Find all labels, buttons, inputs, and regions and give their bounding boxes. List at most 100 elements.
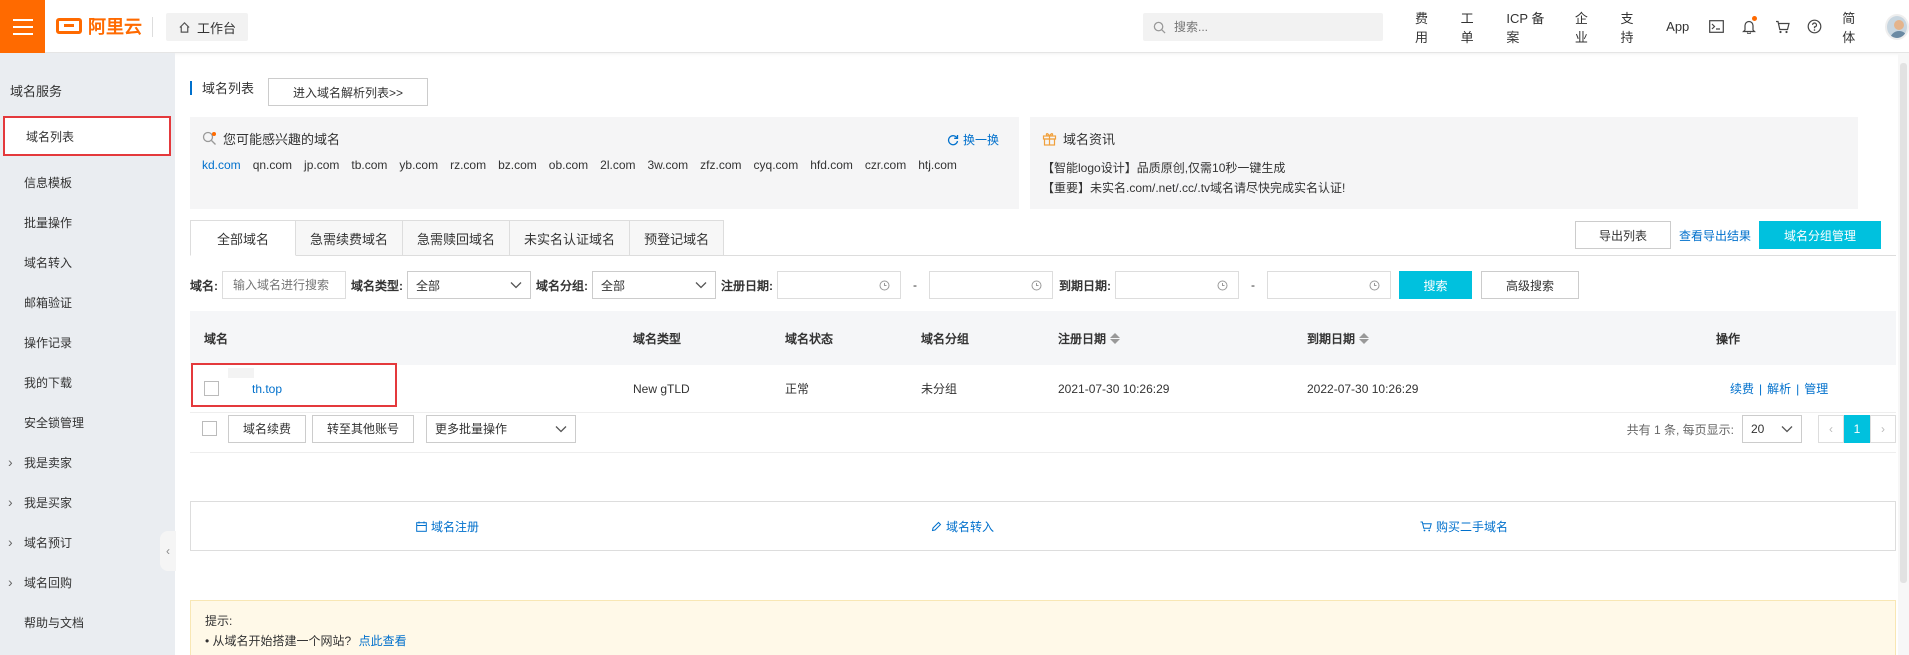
suggested-domain[interactable]: tb.com <box>351 158 387 172</box>
top-bar: 阿里云 工作台 费用 工单 ICP 备案 企业 支持 App 简体 <box>0 0 1909 53</box>
sidebar-item-op-log[interactable]: 操作记录 <box>0 322 175 362</box>
suggested-domain[interactable]: htj.com <box>918 158 957 172</box>
suggested-domain[interactable]: jp.com <box>304 158 339 172</box>
refresh-suggestions-button[interactable]: 换一换 <box>947 131 999 148</box>
enter-dns-list-button[interactable]: 进入域名解析列表>> <box>268 78 428 106</box>
terminal-icon[interactable] <box>1700 20 1733 33</box>
suggested-domain[interactable]: hfd.com <box>810 158 853 172</box>
renew-link[interactable]: 续费 <box>1730 380 1754 397</box>
menu-icon[interactable] <box>0 0 45 53</box>
suggested-domain[interactable]: ob.com <box>549 158 588 172</box>
sidebar-item-seller[interactable]: 我是卖家 <box>0 442 175 482</box>
sort-icon[interactable] <box>1110 332 1121 344</box>
masked-prefix <box>228 368 254 378</box>
sidebar-item-buyer[interactable]: 我是买家 <box>0 482 175 522</box>
domain-type-select[interactable]: 全部 <box>407 271 531 299</box>
scroll-thumb[interactable] <box>1900 63 1907 583</box>
sidebar-item-help-docs[interactable]: 帮助与文档 <box>0 602 175 642</box>
sidebar-item-batch-ops[interactable]: 批量操作 <box>0 202 175 242</box>
nav-billing[interactable]: 费用 <box>1404 8 1450 46</box>
exp-date-start-field[interactable] <box>1115 271 1239 299</box>
news-line[interactable]: 【重要】未实名.com/.net/.cc/.tv域名请尽快完成实名认证! <box>1042 178 1846 198</box>
tab-all-domains[interactable]: 全部域名 <box>190 220 297 256</box>
col-reg-date[interactable]: 注册日期 <box>1058 311 1121 365</box>
exp-date-end-field[interactable] <box>1267 271 1391 299</box>
bulk-renew-button[interactable]: 域名续费 <box>228 414 306 443</box>
avatar[interactable] <box>1884 13 1909 40</box>
manage-link[interactable]: 管理 <box>1804 380 1828 397</box>
tab-unverified[interactable]: 未实名认证域名 <box>510 220 631 256</box>
suggested-domain[interactable]: qn.com <box>253 158 292 172</box>
bulk-actions: 域名续费 转至其他账号 更多批量操作 共有 1 条, 每页显示: 20 ‹ 1 … <box>190 405 1896 453</box>
suggested-domain[interactable]: 3w.com <box>647 158 688 172</box>
tab-renew-urgent[interactable]: 急需续费域名 <box>296 220 404 256</box>
sidebar-item-email-verify[interactable]: 邮箱验证 <box>0 282 175 322</box>
view-export-results-link[interactable]: 查看导出结果 <box>1679 227 1751 244</box>
search-button[interactable]: 搜索 <box>1399 271 1472 299</box>
notification-dot <box>1751 16 1757 21</box>
page-scrollbar[interactable] <box>1898 53 1909 655</box>
sidebar-item-downloads[interactable]: 我的下载 <box>0 362 175 402</box>
aliyun-logo[interactable]: 阿里云 <box>56 14 142 38</box>
next-page-button[interactable]: › <box>1870 415 1896 443</box>
sidebar-item-domain-list[interactable]: 域名列表 <box>3 116 171 156</box>
more-bulk-ops-select[interactable]: 更多批量操作 <box>426 414 576 443</box>
domain-tabs: 全部域名 急需续费域名 急需赎回域名 未实名认证域名 预登记域名 <box>190 220 725 256</box>
nav-app[interactable]: App <box>1655 19 1700 34</box>
sidebar-item-info-template[interactable]: 信息模板 <box>0 162 175 202</box>
nav-support[interactable]: 支持 <box>1609 8 1655 46</box>
domain-group-select[interactable]: 全部 <box>592 271 716 299</box>
domain-filter-label: 域名: <box>190 278 218 293</box>
tip-link[interactable]: 点此查看 <box>359 634 407 648</box>
suggested-domain[interactable]: yb.com <box>399 158 438 172</box>
cart-icon[interactable] <box>1766 20 1799 34</box>
sidebar-collapse-handle[interactable]: ‹ <box>160 531 176 571</box>
suggested-domain[interactable]: czr.com <box>865 158 906 172</box>
export-list-button[interactable]: 导出列表 <box>1574 221 1671 249</box>
domain-search-input[interactable] <box>233 278 335 292</box>
sidebar-item-transfer-in[interactable]: 域名转入 <box>0 242 175 282</box>
advanced-search-button[interactable]: 高级搜索 <box>1481 271 1579 299</box>
tab-redeem-urgent[interactable]: 急需赎回域名 <box>403 220 511 256</box>
sort-icon[interactable] <box>1359 332 1370 344</box>
news-panel-title: 域名资讯 <box>1063 132 1116 147</box>
nav-enterprise[interactable]: 企业 <box>1564 8 1610 46</box>
sidebar-item-buyback[interactable]: 域名回购 <box>0 562 175 602</box>
global-search[interactable] <box>1143 13 1383 41</box>
col-exp-date[interactable]: 到期日期 <box>1307 311 1370 365</box>
language-switch[interactable]: 简体 <box>1831 8 1877 46</box>
search-input[interactable] <box>1174 20 1364 34</box>
action-separator: | <box>1759 381 1763 396</box>
sidebar-item-security-lock[interactable]: 安全锁管理 <box>0 402 175 442</box>
domain-search-field[interactable] <box>222 271 346 299</box>
page-size-select[interactable]: 20 <box>1742 415 1802 443</box>
suggested-domain[interactable]: bz.com <box>498 158 537 172</box>
suggested-domain[interactable]: 2l.com <box>600 158 635 172</box>
dns-link[interactable]: 解析 <box>1767 380 1791 397</box>
suggested-domain[interactable]: cyq.com <box>754 158 799 172</box>
buy-secondhand-link[interactable]: 购买二手域名 <box>1420 518 1508 535</box>
domain-group-manage-button[interactable]: 域名分组管理 <box>1759 221 1881 249</box>
transfer-account-button[interactable]: 转至其他账号 <box>312 414 414 443</box>
suggested-domain[interactable]: rz.com <box>450 158 486 172</box>
nav-tickets[interactable]: 工单 <box>1450 8 1496 46</box>
register-domain-link[interactable]: 域名注册 <box>416 518 479 535</box>
workbench-button[interactable]: 工作台 <box>166 13 249 41</box>
help-icon[interactable] <box>1799 19 1832 34</box>
reg-date-start-field[interactable] <box>777 271 901 299</box>
bell-icon[interactable] <box>1733 16 1766 34</box>
page-1-button[interactable]: 1 <box>1844 415 1870 443</box>
row-checkbox[interactable] <box>204 381 219 396</box>
pagination: 共有 1 条, 每页显示: 20 ‹ 1 › <box>1627 415 1896 443</box>
domain-link[interactable]: th.top <box>252 382 282 396</box>
suggested-domain[interactable]: kd.com <box>202 158 241 172</box>
tab-preregister[interactable]: 预登记域名 <box>630 220 725 256</box>
transfer-in-link[interactable]: 域名转入 <box>931 518 994 535</box>
news-line[interactable]: 【智能logo设计】品质原创,仅需10秒一键生成 <box>1042 158 1846 178</box>
select-all-checkbox[interactable] <box>202 421 217 436</box>
nav-icp[interactable]: ICP 备案 <box>1495 8 1563 46</box>
prev-page-button[interactable]: ‹ <box>1818 415 1844 443</box>
sidebar-item-reserve[interactable]: 域名预订 <box>0 522 175 562</box>
suggested-domain[interactable]: zfz.com <box>700 158 741 172</box>
reg-date-end-field[interactable] <box>929 271 1053 299</box>
